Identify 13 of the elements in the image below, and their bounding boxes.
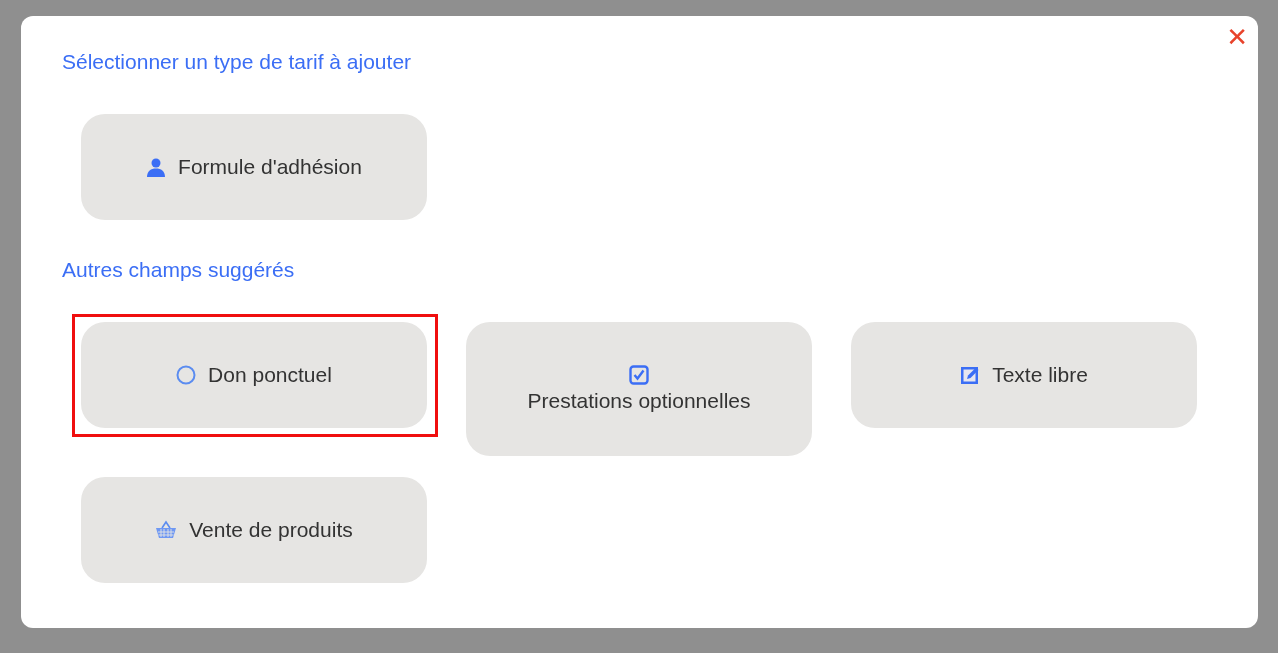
option-button[interactable]: Prestations optionnelles <box>466 322 812 456</box>
option-button[interactable]: Texte libre <box>851 322 1197 428</box>
option-button[interactable]: Formule d'adhésion <box>81 114 427 220</box>
person-icon <box>146 157 167 177</box>
option-button[interactable]: Vente de produits <box>81 477 427 583</box>
basket-icon <box>155 520 178 540</box>
checkbox-icon <box>629 365 649 385</box>
edit-icon <box>960 365 981 385</box>
option-button[interactable]: Don ponctuel <box>81 322 427 428</box>
close-button[interactable]: ✕ <box>1226 22 1248 52</box>
circle-icon <box>176 365 197 385</box>
section-title: Sélectionner un type de tarif à ajouter <box>62 50 413 74</box>
section-title: Autres champs suggérés <box>62 258 296 282</box>
